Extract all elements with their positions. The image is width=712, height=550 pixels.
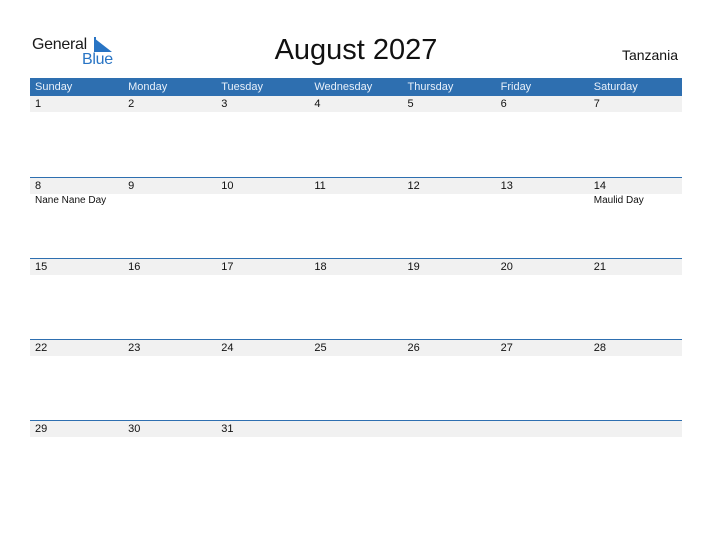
holiday-label: Maulid Day: [593, 195, 644, 206]
day-number: 24: [221, 342, 234, 354]
day-number: 12: [407, 180, 420, 192]
calendar-week: 1 2 3 4 5 6 7: [30, 96, 682, 177]
day-number: 9: [128, 180, 135, 192]
day-number: [309, 421, 402, 437]
day-number: 23: [128, 342, 141, 354]
day-number: 10: [221, 180, 234, 192]
day-number: 14: [593, 180, 606, 192]
day-number: 1: [35, 98, 42, 110]
holiday-label: [123, 194, 216, 208]
day-number: [589, 421, 682, 437]
day-number: 2: [128, 98, 135, 110]
day-number: 20: [500, 261, 513, 273]
weekday-friday: Friday: [500, 81, 532, 93]
week-events-row: Nane Nane Day Maulid Day: [30, 194, 682, 208]
page-title: August 2027: [274, 34, 438, 66]
country-label: Tanzania: [621, 47, 678, 63]
day-number: 15: [35, 261, 48, 273]
weekday-sunday: Sunday: [35, 81, 73, 93]
day-number: [403, 421, 496, 437]
calendar-week: 29 30 31: [30, 420, 682, 501]
day-number: 16: [128, 261, 141, 273]
day-number: 28: [593, 342, 606, 354]
calendar-week: 15 16 17 18 19 20 21: [30, 258, 682, 339]
day-number: 26: [407, 342, 420, 354]
holiday-label: [309, 194, 402, 208]
day-number: 5: [407, 98, 414, 110]
weekday-header: Sunday Monday Tuesday Wednesday Thursday…: [30, 78, 682, 96]
day-number: 17: [221, 261, 234, 273]
weekday-thursday: Thursday: [407, 81, 454, 93]
day-number: 7: [593, 98, 600, 110]
calendar-week: 8 9 10 11 12 13 14 Nane Nane Day Maulid Day: [30, 177, 682, 258]
calendar-week: 22 23 24 25 26 27 28: [30, 339, 682, 420]
holiday-label: [403, 194, 496, 208]
weekday-saturday: Saturday: [593, 81, 638, 93]
day-number: 30: [128, 423, 141, 435]
week-dates-row: 8 9 10 11 12 13 14: [30, 178, 682, 194]
day-number: 13: [500, 180, 513, 192]
day-number: 22: [35, 342, 48, 354]
day-number: 31: [221, 423, 234, 435]
weekday-tuesday: Tuesday: [221, 81, 264, 93]
day-number: 4: [314, 98, 321, 110]
week-dates-row: 29 30 31: [30, 421, 682, 437]
weeks-container: 1 2 3 4 5 6 7 8 9 10 11 12 13 14 Nane Nane Day Maulid D…: [30, 96, 682, 501]
day-number: 19: [407, 261, 420, 273]
day-number: 11: [314, 180, 326, 192]
day-number: 6: [500, 98, 507, 110]
holiday-label: [216, 194, 309, 208]
day-number: 3: [221, 98, 228, 110]
day-number: 29: [35, 423, 48, 435]
day-number: 25: [314, 342, 327, 354]
day-number: 27: [500, 342, 513, 354]
weekday-monday: Monday: [128, 81, 168, 93]
day-number: [496, 421, 589, 437]
day-number: 21: [593, 261, 606, 273]
day-number: 8: [35, 180, 42, 192]
week-dates-row: 1 2 3 4 5 6 7: [30, 96, 682, 112]
holiday-label: Nane Nane Day: [35, 195, 107, 206]
week-dates-row: 22 23 24 25 26 27 28: [30, 340, 682, 356]
holiday-label: [496, 194, 589, 208]
calendar-grid: Sunday Monday Tuesday Wednesday Thursday…: [30, 78, 682, 501]
weekday-wednesday: Wednesday: [314, 81, 373, 93]
week-dates-row: 15 16 17 18 19 20 21: [30, 259, 682, 275]
day-number: 18: [314, 261, 327, 273]
